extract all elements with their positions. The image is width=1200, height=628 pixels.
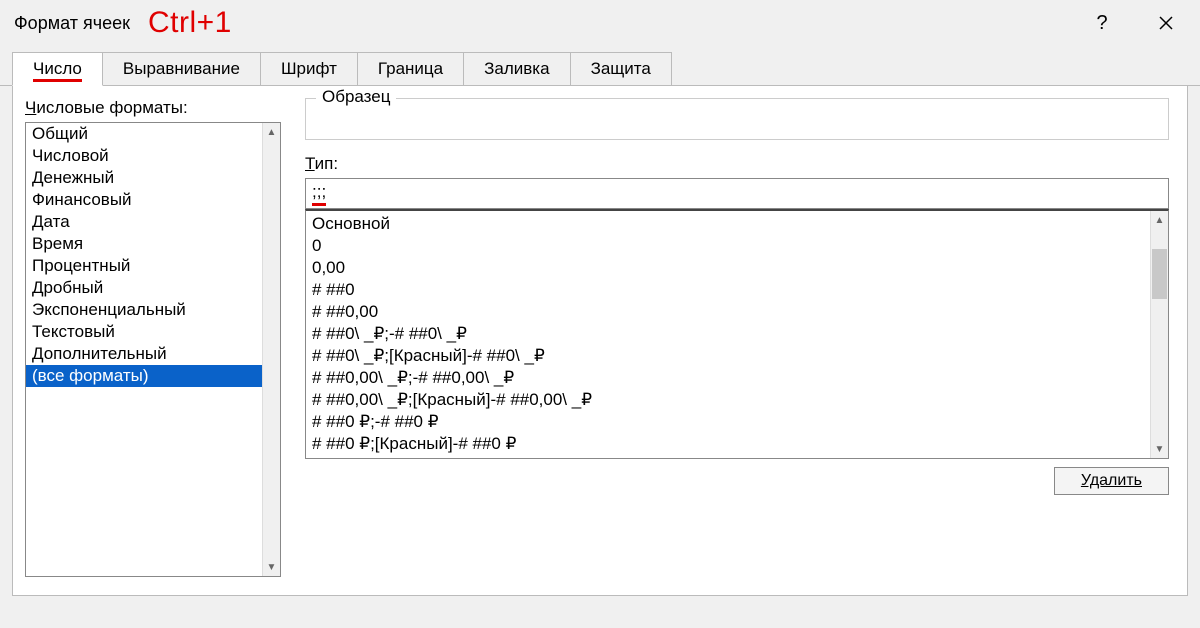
shortcut-annotation: Ctrl+1 — [148, 6, 232, 40]
list-item[interactable]: Числовой — [26, 145, 262, 167]
type-listbox[interactable]: Основной00,00# ##0# ##0,00# ##0\ _₽;-# #… — [305, 209, 1169, 459]
list-item[interactable]: 0,00 — [312, 257, 1144, 279]
categories-scrollbar[interactable]: ▲ ▼ — [262, 123, 280, 576]
list-item[interactable]: (все форматы) — [26, 365, 262, 387]
type-label: Тип: — [305, 154, 1169, 174]
list-item[interactable]: # ##0\ _₽;-# ##0\ _₽ — [312, 323, 1144, 345]
close-icon — [1158, 15, 1174, 31]
list-item[interactable]: Основной — [312, 213, 1144, 235]
categories-column: Числовые форматы: ОбщийЧисловойДенежныйФ… — [25, 98, 281, 577]
tab-number[interactable]: Число — [12, 52, 103, 86]
scroll-down-icon[interactable]: ▼ — [263, 558, 280, 576]
scroll-up-icon[interactable]: ▲ — [1151, 211, 1168, 229]
sample-label: Образец — [316, 87, 396, 107]
panel: Числовые форматы: ОбщийЧисловойДенежныйФ… — [12, 86, 1188, 596]
help-button[interactable]: ? — [1082, 8, 1122, 38]
list-item[interactable]: # ##0\ _₽;[Красный]-# ##0\ _₽ — [312, 345, 1144, 367]
list-item[interactable]: 0 — [312, 235, 1144, 257]
list-item[interactable]: # ##0 — [312, 279, 1144, 301]
list-item[interactable]: # ##0,00\ _₽;-# ##0,00\ _₽ — [312, 367, 1144, 389]
type-input[interactable]: ;;; — [305, 178, 1169, 209]
list-item[interactable]: # ##0,00 — [312, 301, 1144, 323]
tab-border[interactable]: Граница — [357, 52, 464, 85]
delete-button[interactable]: Удалить — [1054, 467, 1169, 495]
tab-fill[interactable]: Заливка — [463, 52, 570, 85]
list-item[interactable]: Общий — [26, 123, 262, 145]
details-column: Образец Тип: ;;; Основной00,00# ##0# ##0… — [305, 98, 1169, 577]
tab-strip: Число Выравнивание Шрифт Граница Заливка… — [0, 52, 1200, 86]
list-item[interactable]: Процентный — [26, 255, 262, 277]
categories-listbox[interactable]: ОбщийЧисловойДенежныйФинансовыйДатаВремя… — [25, 122, 281, 577]
sample-group: Образец — [305, 98, 1169, 140]
dialog-title: Формат ячеек — [14, 13, 130, 34]
tab-alignment[interactable]: Выравнивание — [102, 52, 261, 85]
titlebar: Формат ячеек Ctrl+1 ? — [0, 0, 1200, 52]
close-button[interactable] — [1146, 8, 1186, 38]
type-input-value: ;;; — [312, 181, 326, 206]
list-item[interactable]: Дополнительный — [26, 343, 262, 365]
scroll-up-icon[interactable]: ▲ — [263, 123, 280, 141]
list-item[interactable]: # ##0 ₽;-# ##0 ₽ — [312, 411, 1144, 433]
tab-font[interactable]: Шрифт — [260, 52, 358, 85]
list-item[interactable]: # ##0,00\ _₽;[Красный]-# ##0,00\ _₽ — [312, 389, 1144, 411]
list-item[interactable]: Время — [26, 233, 262, 255]
list-item[interactable]: Дата — [26, 211, 262, 233]
list-item[interactable]: Дробный — [26, 277, 262, 299]
list-item[interactable]: Финансовый — [26, 189, 262, 211]
scroll-down-icon[interactable]: ▼ — [1151, 440, 1168, 458]
list-item[interactable]: Текстовый — [26, 321, 262, 343]
tab-protection[interactable]: Защита — [570, 52, 672, 85]
list-item[interactable]: Денежный — [26, 167, 262, 189]
list-item[interactable]: # ##0 ₽;[Красный]-# ##0 ₽ — [312, 433, 1144, 455]
type-scrollbar[interactable]: ▲ ▼ — [1150, 211, 1168, 458]
list-item[interactable]: Экспоненциальный — [26, 299, 262, 321]
categories-label: Числовые форматы: — [25, 98, 281, 118]
